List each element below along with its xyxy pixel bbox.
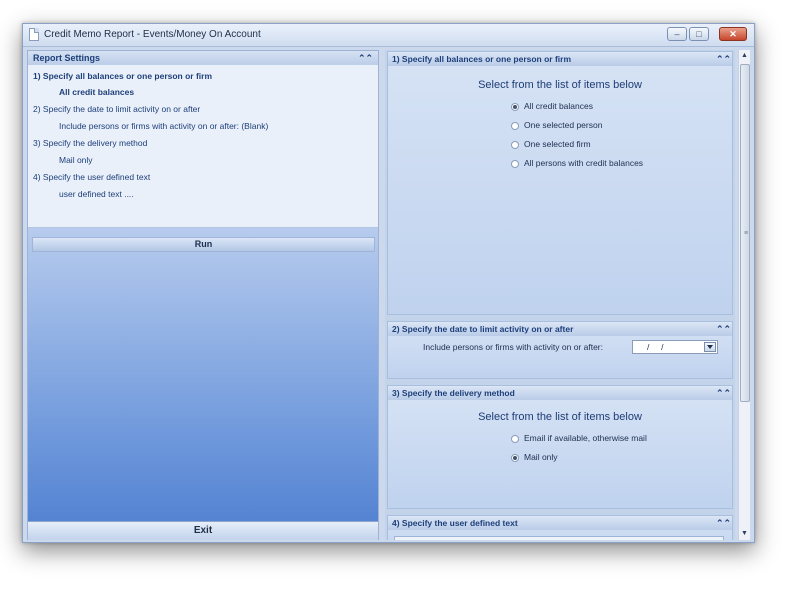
scrollbar-thumb[interactable]: ≡ bbox=[740, 64, 750, 402]
date-label: Include persons or firms with activity o… bbox=[423, 342, 603, 352]
section-balances-title: 1) Specify all balances or one person or… bbox=[392, 54, 572, 64]
window-title: Credit Memo Report - Events/Money On Acc… bbox=[44, 29, 261, 40]
section-user-text-header[interactable]: 4) Specify the user defined text ⌃⌃ bbox=[388, 516, 732, 530]
section-balances-prompt: Select from the list of items below bbox=[478, 79, 642, 91]
minimize-button[interactable]: – bbox=[667, 27, 687, 41]
option-one-selected-firm[interactable]: One selected firm bbox=[511, 139, 591, 149]
exit-button[interactable]: Exit bbox=[28, 521, 378, 540]
run-button[interactable]: Run bbox=[32, 237, 375, 252]
section-delivery-title: 3) Specify the delivery method bbox=[392, 388, 515, 398]
section-user-text: 4) Specify the user defined text ⌃⌃ bbox=[387, 515, 733, 540]
option-one-selected-person[interactable]: One selected person bbox=[511, 120, 602, 130]
settings-line-2[interactable]: 2) Specify the date to limit activity on… bbox=[33, 104, 200, 114]
close-button[interactable]: ✕ bbox=[719, 27, 747, 41]
chevron-double-up-icon[interactable]: ⌃⌃ bbox=[716, 324, 731, 335]
settings-line-4[interactable]: 4) Specify the user defined text bbox=[33, 172, 150, 182]
radio-icon[interactable] bbox=[511, 122, 519, 130]
chevron-double-up-icon[interactable]: ⌃⌃ bbox=[716, 388, 731, 399]
left-panel: Report Settings ⌃⌃ 1) Specify all balanc… bbox=[27, 50, 379, 540]
settings-line-2-value[interactable]: Include persons or firms with activity o… bbox=[59, 121, 268, 131]
section-date-header[interactable]: 2) Specify the date to limit activity on… bbox=[388, 322, 732, 336]
radio-selected-icon[interactable] bbox=[511, 454, 519, 462]
settings-line-1-value[interactable]: All credit balances bbox=[59, 87, 134, 97]
vertical-scrollbar[interactable]: ▲ ≡ ▼ bbox=[738, 50, 750, 540]
title-bar[interactable]: Credit Memo Report - Events/Money On Acc… bbox=[23, 24, 754, 47]
user-text-field[interactable] bbox=[394, 536, 724, 540]
option-email-otherwise-mail[interactable]: Email if available, otherwise mail bbox=[511, 433, 647, 443]
arrow-up-icon[interactable]: ▲ bbox=[739, 50, 750, 62]
exit-label: Exit bbox=[193, 525, 213, 536]
chevron-double-up-icon[interactable]: ⌃⌃ bbox=[716, 518, 731, 529]
radio-selected-icon[interactable] bbox=[511, 103, 519, 111]
date-field[interactable]: / / bbox=[632, 340, 718, 354]
main-window: Credit Memo Report - Events/Money On Acc… bbox=[22, 23, 755, 543]
option-mail-only[interactable]: Mail only bbox=[511, 452, 558, 462]
option-all-credit-balances[interactable]: All credit balances bbox=[511, 101, 593, 111]
settings-line-4-value[interactable]: user defined text .... bbox=[59, 189, 134, 199]
radio-icon[interactable] bbox=[511, 160, 519, 168]
section-delivery-header[interactable]: 3) Specify the delivery method ⌃⌃ bbox=[388, 386, 732, 400]
document-icon bbox=[29, 28, 39, 41]
section-date: 2) Specify the date to limit activity on… bbox=[387, 321, 733, 379]
section-delivery-prompt: Select from the list of items below bbox=[478, 411, 642, 423]
chevron-double-up-icon[interactable]: ⌃⌃ bbox=[358, 53, 373, 64]
section-balances: 1) Specify all balances or one person or… bbox=[387, 51, 733, 315]
arrow-down-icon[interactable]: ▼ bbox=[739, 528, 750, 540]
grip-icon: ≡ bbox=[744, 230, 749, 237]
settings-line-1[interactable]: 1) Specify all balances or one person or… bbox=[33, 71, 212, 81]
report-settings-title: Report Settings bbox=[33, 53, 101, 63]
chevron-down-icon[interactable] bbox=[704, 342, 716, 352]
report-settings-header[interactable]: Report Settings ⌃⌃ bbox=[28, 51, 378, 65]
section-date-title: 2) Specify the date to limit activity on… bbox=[392, 324, 574, 334]
section-delivery: 3) Specify the delivery method ⌃⌃ Select… bbox=[387, 385, 733, 509]
date-value: / / bbox=[647, 342, 664, 352]
section-user-text-title: 4) Specify the user defined text bbox=[392, 518, 518, 528]
maximize-button[interactable]: □ bbox=[689, 27, 709, 41]
settings-line-3[interactable]: 3) Specify the delivery method bbox=[33, 138, 147, 148]
chevron-double-up-icon[interactable]: ⌃⌃ bbox=[716, 54, 731, 65]
radio-icon[interactable] bbox=[511, 141, 519, 149]
option-all-persons-credit[interactable]: All persons with credit balances bbox=[511, 158, 643, 168]
report-settings-panel: Report Settings ⌃⌃ 1) Specify all balanc… bbox=[28, 51, 378, 228]
settings-line-3-value[interactable]: Mail only bbox=[59, 155, 93, 165]
section-balances-header[interactable]: 1) Specify all balances or one person or… bbox=[388, 52, 732, 66]
right-panel: 1) Specify all balances or one person or… bbox=[385, 50, 735, 540]
radio-icon[interactable] bbox=[511, 435, 519, 443]
